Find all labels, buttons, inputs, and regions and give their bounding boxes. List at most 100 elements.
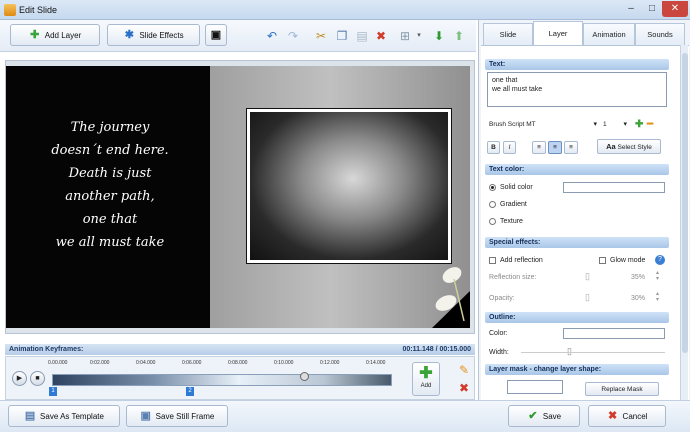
- verse-line: Death is just: [68, 166, 152, 181]
- font-family-select[interactable]: Brush Script MT ▾: [487, 119, 599, 131]
- timeline-playhead[interactable]: [299, 372, 309, 381]
- frame-icon: ▣: [140, 410, 151, 422]
- tick-label: 0:08.000: [228, 360, 248, 366]
- reflection-size-slider[interactable]: ▯: [585, 271, 590, 282]
- layer-mask-header: Layer mask - change layer shape:: [485, 364, 669, 375]
- save-still-frame-label: Save Still Frame: [155, 411, 215, 421]
- redo-icon[interactable]: ↷: [286, 29, 300, 43]
- align-icon[interactable]: ⊞: [398, 29, 412, 43]
- help-icon[interactable]: ?: [655, 255, 665, 265]
- verse-text-layer[interactable]: The journey doesn´t end here. Death is j…: [20, 116, 200, 254]
- plus-icon: ✚: [30, 29, 40, 41]
- verse-line: we all must take: [55, 235, 165, 250]
- play-button[interactable]: ▶: [12, 371, 27, 386]
- timeline-track[interactable]: [52, 374, 392, 386]
- bold-button[interactable]: B: [487, 141, 500, 154]
- cancel-button[interactable]: ✖ Cancel: [588, 405, 666, 427]
- cancel-icon: ✖: [607, 410, 618, 422]
- outline-width-track: [521, 352, 665, 353]
- tab-layer[interactable]: Layer: [533, 21, 583, 45]
- keyframe-marker[interactable]: 2: [186, 387, 194, 396]
- save-still-frame-button[interactable]: ▣ Save Still Frame: [126, 405, 228, 427]
- reflection-size-value: 35%: [631, 274, 646, 281]
- slide-canvas[interactable]: The journey doesn´t end here. Death is j…: [6, 66, 470, 328]
- opacity-slider[interactable]: ▯: [585, 292, 590, 303]
- font-size-increase-icon[interactable]: ✚: [635, 119, 643, 130]
- save-button[interactable]: ✔ Save: [508, 405, 580, 427]
- align-left-button[interactable]: ≡: [532, 141, 546, 154]
- gradient-radio[interactable]: [489, 201, 496, 208]
- save-label: Save: [542, 411, 562, 421]
- tab-slide[interactable]: Slide: [483, 23, 533, 45]
- add-reflection-checkbox[interactable]: [489, 257, 496, 264]
- mask-preview[interactable]: [507, 380, 563, 394]
- font-size-value: 1: [603, 121, 607, 128]
- portrait-image: [250, 112, 448, 260]
- tick-label: 0:06.000: [182, 360, 202, 366]
- tab-animation[interactable]: Animation: [583, 23, 635, 45]
- move-up-icon[interactable]: ⬆: [452, 29, 466, 43]
- scrollbar-thumb[interactable]: [682, 53, 688, 353]
- slide-effects-button[interactable]: ✱ Slide Effects: [107, 24, 200, 46]
- paste-icon[interactable]: ▤: [355, 29, 369, 43]
- font-size-select[interactable]: 1 ▾: [601, 119, 629, 131]
- text-input[interactable]: one that we all must take: [487, 72, 667, 107]
- select-style-button[interactable]: Aa Select Style: [597, 139, 661, 154]
- outline-color-swatch[interactable]: [563, 328, 665, 339]
- solid-color-swatch[interactable]: [563, 182, 665, 193]
- panel-scrollbar[interactable]: [680, 45, 688, 400]
- copy-icon[interactable]: ❐: [335, 29, 349, 43]
- gradient-label: Gradient: [500, 201, 527, 208]
- keyframes-time: 00:11.148 / 00:15.000: [402, 346, 471, 353]
- add-layer-button[interactable]: ✚ Add Layer: [10, 24, 100, 46]
- stop-button[interactable]: ■: [30, 371, 45, 386]
- opacity-label: Opacity:: [489, 295, 515, 302]
- glow-mode-label: Glow mode: [610, 257, 646, 264]
- pencil-icon[interactable]: ✎: [457, 363, 471, 377]
- calla-lily-decoration: [432, 267, 470, 328]
- delete-icon[interactable]: ✖: [374, 29, 388, 43]
- window-title: Edit Slide: [19, 5, 58, 15]
- chevron-down-icon[interactable]: ▾: [412, 29, 426, 43]
- reflection-size-spinner[interactable]: ▴ ▾: [656, 270, 659, 282]
- italic-button[interactable]: I: [503, 141, 516, 154]
- font-size-decrease-icon[interactable]: ━: [647, 119, 653, 130]
- solid-color-label: Solid color: [500, 184, 533, 191]
- keyframe-marker[interactable]: 1: [49, 387, 57, 396]
- font-family-value: Brush Script MT: [489, 121, 536, 128]
- template-icon: ▤: [24, 410, 36, 422]
- tick-label: 0:02.000: [90, 360, 110, 366]
- save-as-template-button[interactable]: ▤ Save As Template: [8, 405, 120, 427]
- undo-icon[interactable]: ↶: [265, 29, 279, 43]
- add-keyframe-button[interactable]: ✚ Add: [412, 362, 440, 396]
- toolbar: ✚ Add Layer ✱ Slide Effects ▣ ↶ ↷ ✂ ❐ ▤ …: [0, 20, 476, 52]
- solid-color-radio[interactable]: [489, 184, 496, 191]
- preview-button[interactable]: ▣: [205, 24, 227, 46]
- texture-radio[interactable]: [489, 218, 496, 225]
- photo-layer[interactable]: [246, 108, 452, 264]
- tab-sounds[interactable]: Sounds: [635, 23, 685, 45]
- add-layer-label: Add Layer: [44, 30, 82, 40]
- close-button[interactable]: ✕: [662, 1, 688, 17]
- glow-mode-checkbox[interactable]: [599, 257, 606, 264]
- font-style-icon: Aa: [606, 142, 616, 151]
- align-center-icon: ≡: [553, 144, 557, 151]
- chevron-down-icon: ▾: [593, 121, 597, 128]
- text-color-header: Text color:: [485, 164, 669, 175]
- preview-icon: ▣: [210, 29, 222, 41]
- align-left-icon: ≡: [537, 144, 541, 151]
- move-down-icon[interactable]: ⬇: [432, 29, 446, 43]
- cut-icon[interactable]: ✂: [314, 29, 328, 43]
- text-section-header: Text:: [485, 59, 669, 70]
- replace-mask-button[interactable]: Replace Mask: [585, 382, 659, 396]
- align-right-button[interactable]: ≡: [564, 141, 578, 154]
- app-icon: [4, 4, 16, 16]
- opacity-spinner[interactable]: ▴ ▾: [656, 291, 659, 303]
- delete-keyframe-icon[interactable]: ✖: [457, 381, 471, 395]
- align-center-button[interactable]: ≡: [548, 141, 562, 154]
- title-bar: Edit Slide – □ ✕: [0, 0, 690, 20]
- minimize-button[interactable]: –: [620, 1, 642, 17]
- keyframes-header: Animation Keyframes: 00:11.148 / 00:15.0…: [5, 344, 475, 355]
- maximize-button[interactable]: □: [642, 1, 662, 17]
- opacity-value: 30%: [631, 295, 646, 302]
